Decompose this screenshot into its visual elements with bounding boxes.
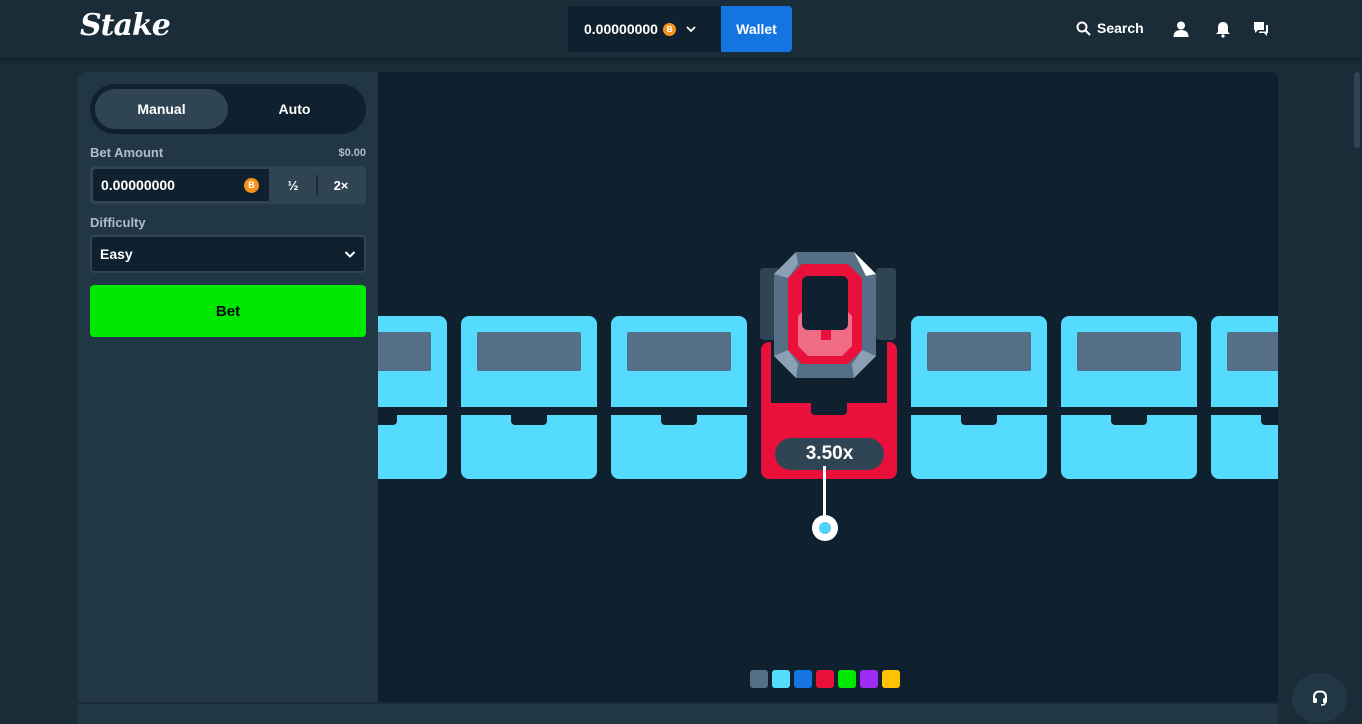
half-bet-button[interactable]: ½	[270, 168, 316, 202]
gem-icon	[760, 252, 896, 378]
game-board: 3.50x	[378, 72, 1278, 702]
mode-toggle: Manual Auto	[90, 84, 366, 134]
difficulty-select[interactable]: Easy	[90, 235, 366, 273]
swatch-slate[interactable]	[750, 670, 768, 688]
bell-icon[interactable]	[1214, 20, 1232, 38]
search-icon	[1076, 21, 1091, 36]
swatch-green[interactable]	[838, 670, 856, 688]
game-tile[interactable]	[461, 316, 597, 479]
pointer-dot	[812, 515, 838, 541]
top-header: Stake 0.00000000 B Wallet Search	[0, 0, 1362, 58]
color-swatches	[750, 670, 900, 688]
scrollbar-thumb[interactable]	[1354, 72, 1360, 148]
swatch-cyan[interactable]	[772, 670, 790, 688]
bet-amount-label: Bet Amount	[90, 145, 164, 160]
bet-controls-panel: Manual Auto Bet Amount $0.00 0.00000000 …	[78, 72, 378, 702]
game-tile[interactable]	[1061, 316, 1197, 479]
headset-icon	[1312, 690, 1327, 706]
search-button[interactable]: Search	[1076, 20, 1144, 36]
game-tile[interactable]	[611, 316, 747, 479]
chevron-down-icon	[686, 26, 696, 33]
chat-icon[interactable]	[1252, 20, 1270, 38]
double-bet-button[interactable]: 2×	[318, 168, 364, 202]
game-tile[interactable]	[378, 316, 447, 479]
page-scrollbar[interactable]	[1352, 72, 1362, 724]
swatch-red[interactable]	[816, 670, 834, 688]
difficulty-label-row: Difficulty	[90, 215, 366, 230]
bitcoin-icon: B	[244, 177, 259, 193]
bet-amount-input[interactable]: 0.00000000 B	[92, 168, 270, 202]
bottom-toolbar	[78, 704, 1278, 724]
difficulty-value: Easy	[100, 246, 133, 262]
bitcoin-icon: B	[662, 22, 676, 36]
multiplier-badge: 3.50x	[775, 438, 884, 470]
user-icon[interactable]	[1172, 20, 1190, 38]
swatch-purple[interactable]	[860, 670, 878, 688]
bet-amount-label-row: Bet Amount $0.00	[90, 145, 366, 160]
balance-selector[interactable]: 0.00000000 B	[568, 6, 721, 52]
bet-amount-group: 0.00000000 B ½ 2×	[90, 166, 366, 204]
game-tile[interactable]	[911, 316, 1047, 479]
search-label: Search	[1097, 20, 1144, 36]
balance-amount: 0.00000000	[584, 21, 658, 37]
chevron-down-icon	[344, 251, 356, 258]
swatch-yellow[interactable]	[882, 670, 900, 688]
bet-amount-usd: $0.00	[338, 147, 366, 159]
bet-button[interactable]: Bet	[90, 285, 366, 337]
bet-amount-value: 0.00000000	[101, 177, 175, 193]
tab-manual[interactable]: Manual	[95, 89, 228, 129]
game-tile[interactable]	[1211, 316, 1278, 479]
support-button[interactable]	[1292, 673, 1347, 723]
swatch-blue[interactable]	[794, 670, 812, 688]
stake-logo[interactable]: Stake	[80, 8, 171, 43]
tab-auto[interactable]: Auto	[228, 89, 361, 129]
wallet-button[interactable]: Wallet	[721, 6, 792, 52]
pointer-line	[823, 466, 826, 516]
difficulty-label: Difficulty	[90, 215, 146, 230]
